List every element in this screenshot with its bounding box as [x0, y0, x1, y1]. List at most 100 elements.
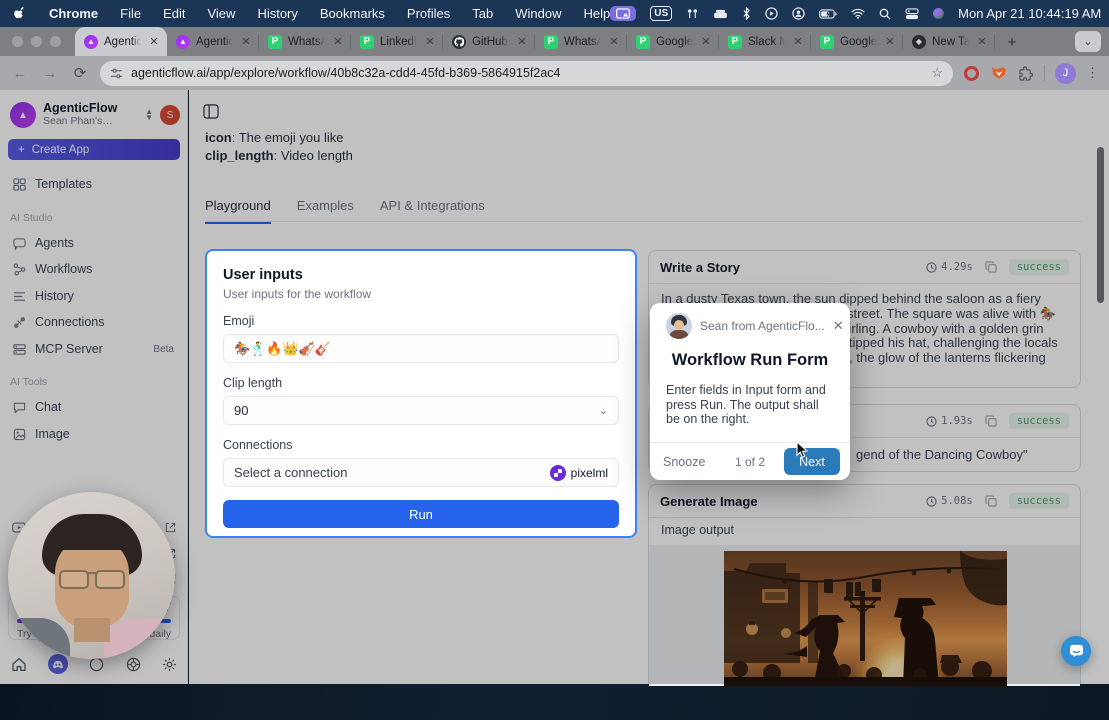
mouse-cursor — [796, 441, 809, 458]
chat-launcher-button[interactable] — [1061, 636, 1091, 666]
pipedream-favicon: P — [636, 34, 650, 49]
menu-edit[interactable]: Edit — [163, 6, 185, 21]
url-path: /app/explore/workflow/40b8c32a-cdd4-45fd… — [206, 66, 561, 80]
tab-close-icon[interactable]: ✕ — [883, 35, 897, 48]
tab-label: WhatsAp — [288, 35, 325, 48]
tab-agenticflow-2[interactable]: ▲ AgenticFl ✕ — [167, 27, 259, 56]
toolbar-divider — [1044, 65, 1045, 81]
extension-opera-icon[interactable] — [963, 65, 980, 82]
user-switch-icon[interactable] — [792, 7, 805, 20]
webcam-overlay — [8, 492, 175, 659]
tab-close-icon[interactable]: ✕ — [607, 35, 621, 48]
browser-toolbar: ← → ⟳ agenticflow.ai/app/explore/workflo… — [0, 56, 1109, 90]
connections-label: Connections — [223, 438, 293, 452]
tab-whatsapp-1[interactable]: P WhatsAp ✕ — [259, 27, 351, 56]
menubar-app-name[interactable]: Chrome — [49, 6, 98, 21]
chat-bubble-icon — [1069, 644, 1083, 657]
tab-whatsapp-2[interactable]: P WhatsAp ✕ — [535, 27, 627, 56]
tab-label: GitHub - — [472, 35, 509, 48]
tab-label: Google Fo — [656, 35, 693, 48]
tab-linkedin[interactable]: P LinkedIn ✕ — [351, 27, 443, 56]
tab-close-icon[interactable]: ✕ — [791, 35, 805, 48]
airpods-icon[interactable] — [686, 8, 699, 20]
emoji-value: 🏇🕺🔥👑🎻🎸 — [234, 340, 332, 356]
traffic-close-button[interactable] — [12, 36, 23, 47]
popup-from-label: Sean from AgenticFlo... — [700, 319, 825, 333]
pipedream-favicon: P — [544, 34, 558, 49]
tab-google-docs[interactable]: P Google D ✕ — [811, 27, 903, 56]
agenticflow-favicon: ▲ — [84, 34, 98, 49]
emoji-input[interactable]: 🏇🕺🔥👑🎻🎸 — [223, 334, 619, 363]
reload-icon[interactable]: ⟳ — [70, 64, 90, 82]
menu-file[interactable]: File — [120, 6, 141, 21]
keyboard-battery-icon[interactable] — [713, 9, 728, 19]
menu-tab[interactable]: Tab — [472, 6, 493, 21]
pipedream-favicon: P — [268, 34, 282, 49]
tab-label: New Tab — [932, 35, 969, 48]
tab-close-icon[interactable]: ✕ — [515, 35, 529, 48]
traffic-minimize-button[interactable] — [31, 36, 42, 47]
clip-length-label: Clip length — [223, 376, 283, 390]
connection-select[interactable]: Select a connection pixelml — [223, 458, 619, 487]
pipedream-favicon: P — [360, 34, 374, 49]
github-favicon — [452, 34, 466, 49]
tab-new-tab[interactable]: ◆ New Tab ✕ — [903, 27, 995, 56]
tab-google-forms[interactable]: P Google Fo ✕ — [627, 27, 719, 56]
bookmark-star-icon[interactable]: ☆ — [931, 65, 943, 81]
emoji-label: Emoji — [223, 314, 255, 328]
menu-profiles[interactable]: Profiles — [407, 6, 450, 21]
menu-view[interactable]: View — [207, 6, 235, 21]
bluetooth-icon[interactable] — [742, 7, 751, 20]
tab-agenticflow-active[interactable]: ▲ Agenticflo ✕ — [75, 27, 167, 56]
tab-label: AgenticFl — [196, 35, 233, 48]
url-text[interactable]: agenticflow.ai/app/explore/workflow/40b8… — [131, 66, 560, 80]
screen-recording-icon[interactable] — [610, 6, 637, 21]
tab-close-icon[interactable]: ✕ — [239, 35, 253, 48]
tab-close-icon[interactable]: ✕ — [423, 35, 437, 48]
extensions-puzzle-icon[interactable] — [1017, 65, 1034, 82]
menu-history[interactable]: History — [257, 6, 297, 21]
keyboard-layout-icon[interactable]: US — [650, 6, 673, 21]
apple-icon[interactable] — [14, 6, 27, 21]
form-title: User inputs — [223, 267, 303, 283]
pixelml-logo-icon — [549, 464, 566, 481]
url-domain: agenticflow.ai — [131, 66, 207, 80]
tab-close-icon[interactable]: ✕ — [147, 35, 161, 48]
tab-label: Agenticflo — [104, 35, 141, 48]
url-bar[interactable]: agenticflow.ai/app/explore/workflow/40b8… — [100, 60, 953, 86]
display-settings-icon[interactable] — [905, 7, 919, 20]
next-button[interactable]: Next — [784, 448, 840, 475]
tab-github[interactable]: GitHub - ✕ — [443, 27, 535, 56]
tab-search-chevron[interactable]: ⌄ — [1075, 31, 1101, 52]
clip-length-select[interactable]: 90 ⌄ — [223, 396, 619, 425]
extension-fox-icon[interactable] — [990, 65, 1007, 82]
new-tab-button[interactable]: + — [999, 29, 1025, 55]
forward-icon[interactable]: → — [40, 65, 60, 82]
chrome-menu-icon[interactable]: ⋮ — [1086, 65, 1099, 81]
menubar-clock[interactable]: Mon Apr 21 10:44:19 AM — [958, 6, 1101, 21]
pixelml-label: pixelml — [570, 465, 608, 480]
battery-icon[interactable] — [819, 8, 837, 19]
wifi-icon[interactable] — [851, 8, 865, 19]
tab-slack-mcp[interactable]: P Slack MC ✕ — [719, 27, 811, 56]
profile-avatar[interactable]: J — [1055, 62, 1076, 84]
menu-window[interactable]: Window — [515, 6, 561, 21]
menu-bookmarks[interactable]: Bookmarks — [320, 6, 385, 21]
tab-close-icon[interactable]: ✕ — [975, 35, 989, 48]
tab-label: WhatsAp — [564, 35, 601, 48]
site-settings-icon[interactable] — [110, 67, 123, 80]
tab-label: LinkedIn — [380, 35, 417, 48]
tab-close-icon[interactable]: ✕ — [699, 35, 713, 48]
now-playing-icon[interactable] — [765, 7, 778, 20]
popup-title: Workflow Run Form — [671, 351, 829, 369]
menu-help[interactable]: Help — [584, 6, 611, 21]
traffic-zoom-button[interactable] — [50, 36, 61, 47]
back-icon[interactable]: ← — [10, 65, 30, 82]
tab-label: Google D — [840, 35, 877, 48]
spotlight-search-icon[interactable] — [879, 8, 891, 20]
macos-menubar: Chrome File Edit View History Bookmarks … — [0, 0, 1109, 27]
tab-close-icon[interactable]: ✕ — [331, 35, 345, 48]
close-icon[interactable]: ✕ — [833, 318, 844, 334]
run-button[interactable]: Run — [223, 500, 619, 528]
browser-tabstrip: ▲ Agenticflo ✕ ▲ AgenticFl ✕ P WhatsAp ✕… — [0, 27, 1109, 56]
